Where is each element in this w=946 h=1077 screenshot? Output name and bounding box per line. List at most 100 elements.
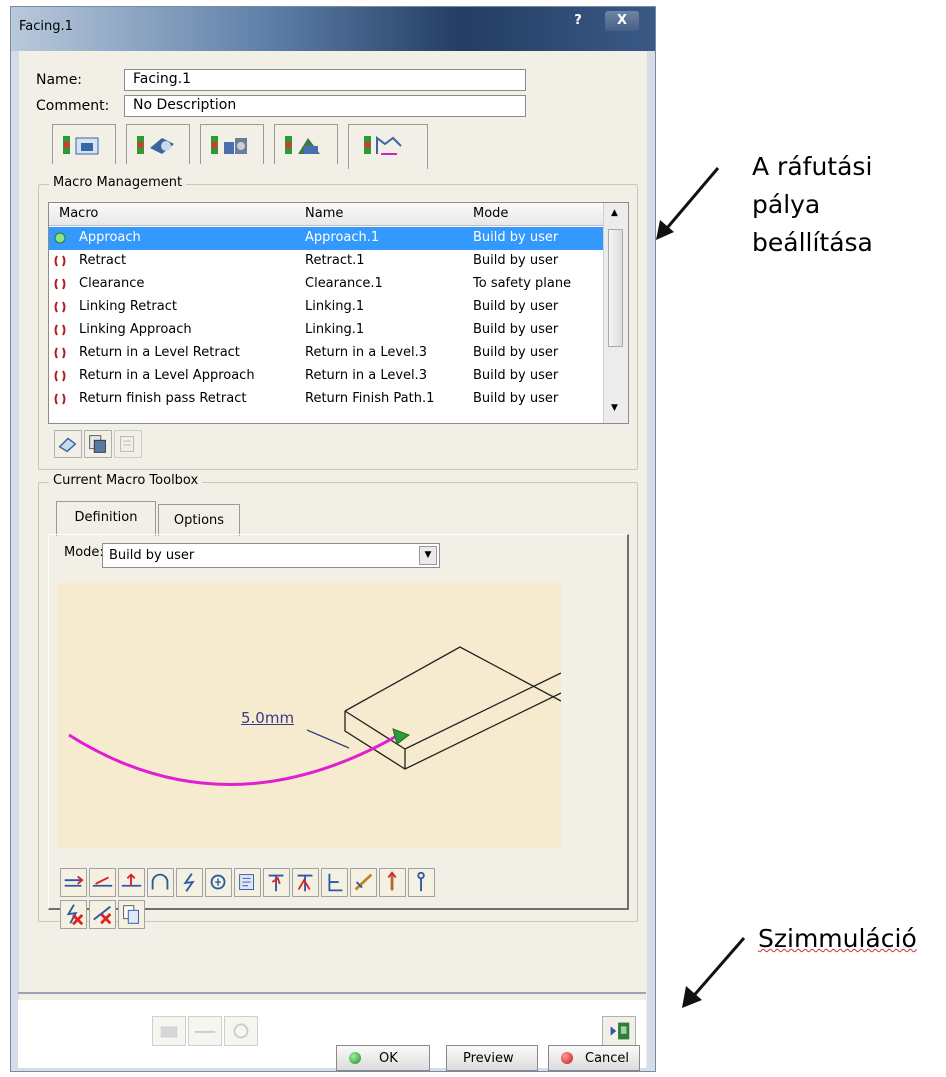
cancel-button-label: Cancel xyxy=(585,1051,630,1066)
macro-list[interactable]: Macro Name Mode Approach Approach.1 Buil… xyxy=(48,202,629,424)
add-axial-motion-button[interactable] xyxy=(89,868,116,897)
copy-motions-button[interactable] xyxy=(118,900,145,929)
macro-cell: Linking Retract xyxy=(79,299,177,314)
tab-tool[interactable] xyxy=(200,124,264,164)
perpendicular-icon xyxy=(328,873,343,892)
approach-path-diagram xyxy=(68,646,562,786)
copy-icon xyxy=(123,905,139,924)
add-perpendicular-motion-button[interactable] xyxy=(321,868,348,897)
mode-label: Mode: xyxy=(64,545,104,560)
list-item[interactable]: Retract Retract.1 Build by user xyxy=(49,250,604,273)
distance-dimension-label: 5.0mm xyxy=(241,709,295,727)
macro-toolbox-title: Current Macro Toolbox xyxy=(49,473,203,488)
chevron-down-icon[interactable]: ▼ xyxy=(419,546,437,565)
scroll-thumb[interactable] xyxy=(608,229,623,347)
macro-list-header: Macro Name Mode xyxy=(49,203,604,226)
add-horizontal-motion-button[interactable] xyxy=(60,868,87,897)
add-helix-motion-button[interactable] xyxy=(176,868,203,897)
name-cell: Retract.1 xyxy=(305,253,365,268)
simulation-icon xyxy=(610,1022,630,1040)
column-header-macro[interactable]: Macro xyxy=(59,206,98,221)
add-plane-motion-button[interactable] xyxy=(234,868,261,897)
mode-select[interactable]: Build by user ▼ xyxy=(102,543,440,568)
macro-list-scrollbar[interactable]: ▲ ▼ xyxy=(603,203,628,423)
add-ramp-motion-button[interactable] xyxy=(118,868,145,897)
preview-button[interactable]: Preview xyxy=(446,1045,538,1071)
close-button[interactable]: X xyxy=(605,11,639,31)
remove-all-motions-button[interactable] xyxy=(89,900,116,929)
scroll-up-arrow-icon[interactable]: ▲ xyxy=(611,208,618,218)
window-title: Facing.1 xyxy=(19,19,73,34)
list-item[interactable]: Return in a Level Approach Return in a L… xyxy=(49,365,604,388)
macro-cell: Return in a Level Approach xyxy=(79,368,255,383)
macro-cell: Return finish pass Retract xyxy=(79,391,247,406)
name-cell: Clearance.1 xyxy=(305,276,383,291)
annotation-arrow-bottom xyxy=(682,937,746,1008)
point-axis-icon xyxy=(297,874,313,892)
list-item[interactable]: Return finish pass Retract Return Finish… xyxy=(49,388,604,411)
annotation-line-3: beállítása xyxy=(752,228,873,257)
remove-motion-button[interactable] xyxy=(60,900,87,929)
tab-definition[interactable]: Definition xyxy=(56,501,156,536)
macros-tab-icon xyxy=(364,136,402,155)
macro-status-icon xyxy=(54,278,66,290)
arc-icon xyxy=(151,873,169,890)
video-button[interactable] xyxy=(224,1016,258,1046)
help-button[interactable]: ? xyxy=(561,11,595,31)
title-bar[interactable]: Facing.1 ? X xyxy=(11,7,655,51)
remove-motion-icon xyxy=(66,904,84,926)
tab-feeds-speeds[interactable] xyxy=(274,124,338,164)
macro-status-icon xyxy=(54,232,66,244)
cancel-button[interactable]: Cancel xyxy=(548,1045,640,1071)
scroll-down-arrow-icon[interactable]: ▼ xyxy=(611,403,618,413)
macro-status-icon xyxy=(54,347,66,359)
reset-macro-button[interactable] xyxy=(54,430,82,458)
add-rotation-motion-button[interactable] xyxy=(205,868,232,897)
geometry-tab-icon xyxy=(63,136,99,155)
list-item[interactable]: Clearance Clearance.1 To safety plane xyxy=(49,273,604,296)
tool-axis-icon xyxy=(387,871,397,891)
macro-cell: Linking Approach xyxy=(79,322,192,337)
copy-icon xyxy=(89,435,106,453)
tool-replay-button[interactable] xyxy=(152,1016,186,1046)
mode-select-value: Build by user xyxy=(109,548,195,563)
tab-geometry[interactable] xyxy=(52,124,116,164)
list-item[interactable]: Approach Approach.1 Build by user xyxy=(49,227,604,250)
mode-cell: Build by user xyxy=(473,299,559,314)
add-normal-motion-button[interactable] xyxy=(408,868,435,897)
list-item[interactable]: Linking Retract Linking.1 Build by user xyxy=(49,296,604,319)
list-item[interactable]: Linking Approach Linking.1 Build by user xyxy=(49,319,604,342)
column-header-mode[interactable]: Mode xyxy=(473,206,508,221)
photo-button[interactable] xyxy=(188,1016,222,1046)
add-tool-axis-motion-button[interactable] xyxy=(379,868,406,897)
add-pp-axis-motion-button[interactable] xyxy=(292,868,319,897)
ok-button[interactable]: OK xyxy=(336,1045,430,1071)
macro-cell: Clearance xyxy=(79,276,145,291)
ok-button-label: OK xyxy=(379,1051,398,1066)
tab-options[interactable]: Options xyxy=(158,504,240,536)
ramp-icon xyxy=(121,873,142,887)
annotation-arrow-top xyxy=(656,167,720,240)
add-tangent-motion-button[interactable] xyxy=(350,868,377,897)
simulation-button[interactable] xyxy=(602,1016,636,1046)
name-cell: Return Finish Path.1 xyxy=(305,391,435,406)
tab-strategy[interactable] xyxy=(126,124,190,164)
macro-cell: Retract xyxy=(79,253,127,268)
mode-cell: Build by user xyxy=(473,391,559,406)
tab-macros[interactable] xyxy=(348,124,428,169)
mode-cell: Build by user xyxy=(473,230,559,245)
paste-macro-button[interactable] xyxy=(114,430,142,458)
preview-button-label: Preview xyxy=(463,1051,514,1066)
column-header-name[interactable]: Name xyxy=(305,206,343,221)
add-circle-motion-button[interactable] xyxy=(147,868,174,897)
copy-macro-button[interactable] xyxy=(84,430,112,458)
mode-cell: Build by user xyxy=(473,345,559,360)
photo-icon xyxy=(194,1031,216,1033)
comment-field[interactable]: No Description xyxy=(124,95,526,117)
separator xyxy=(18,992,646,994)
name-field[interactable]: Facing.1 xyxy=(124,69,526,91)
horizontal-move-icon xyxy=(64,875,84,887)
list-item[interactable]: Return in a Level Retract Return in a Le… xyxy=(49,342,604,365)
add-pp-motion-button[interactable] xyxy=(263,868,290,897)
strategy-tab-icon xyxy=(137,136,174,154)
